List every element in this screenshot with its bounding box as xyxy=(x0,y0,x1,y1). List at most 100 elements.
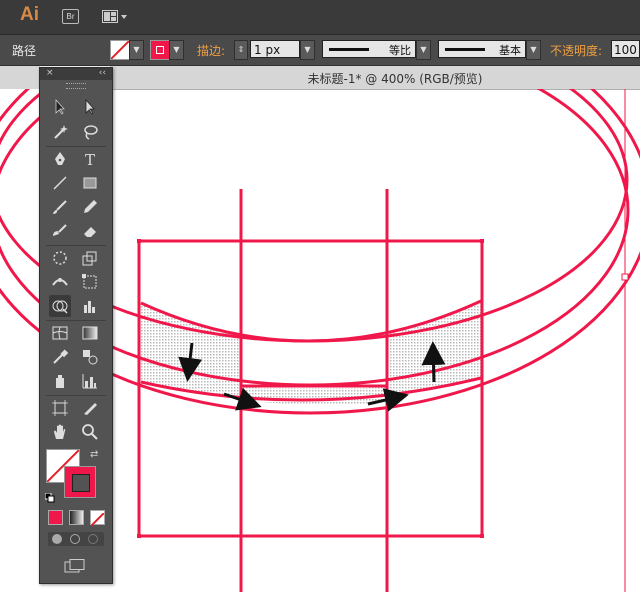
line-segment-tool[interactable] xyxy=(49,172,71,194)
lasso-icon xyxy=(84,125,98,140)
gradient-tool[interactable] xyxy=(79,322,101,344)
pencil-tool[interactable] xyxy=(79,196,101,218)
hand-tool[interactable] xyxy=(49,421,71,443)
spray-can-icon xyxy=(56,375,64,388)
svg-text:T: T xyxy=(85,151,95,168)
rectangle-icon xyxy=(83,177,97,189)
screen-mode-button[interactable] xyxy=(64,558,86,573)
fill-swatch[interactable] xyxy=(110,40,130,60)
app-logo: Ai xyxy=(20,4,39,25)
artboard-tool[interactable] xyxy=(49,397,71,419)
panel-grip[interactable] xyxy=(66,83,86,89)
profile-line-preview xyxy=(329,48,369,51)
symbol-sprayer-tool[interactable] xyxy=(49,370,71,392)
default-colors-glyph xyxy=(44,492,55,503)
none-fill-icon xyxy=(110,40,130,60)
opacity-label[interactable]: 不透明度: xyxy=(550,42,602,59)
blob-brush-tool[interactable] xyxy=(49,220,71,242)
zoom-tool[interactable] xyxy=(79,421,101,443)
magnifier-icon xyxy=(82,424,98,440)
slice-tool[interactable] xyxy=(79,397,101,419)
rectangle-tool[interactable] xyxy=(79,172,101,194)
scale-tool[interactable] xyxy=(79,247,101,269)
selection-tool[interactable] xyxy=(49,96,71,118)
tool-separator xyxy=(46,320,106,321)
paintbrush-tool[interactable] xyxy=(49,196,71,218)
brush-definition[interactable]: 基本 xyxy=(438,40,526,58)
arrange-documents-button[interactable] xyxy=(102,9,128,23)
draw-normal-icon[interactable] xyxy=(52,534,62,544)
eyedropper-icon xyxy=(53,349,69,364)
eyedropper-tool[interactable] xyxy=(49,346,71,368)
stroke-label[interactable]: 描边: xyxy=(197,42,225,59)
screen-mode-icon xyxy=(64,559,85,573)
free-transform-tool[interactable] xyxy=(79,271,101,293)
fill-dropdown[interactable]: ▼ xyxy=(129,40,144,60)
mesh-icon xyxy=(52,326,68,340)
color-mode-button[interactable] xyxy=(48,510,63,525)
artboard-icon xyxy=(52,400,68,416)
stroke-weight-stepper[interactable]: ⇕ xyxy=(234,40,248,60)
stroke-color-swatch[interactable] xyxy=(64,466,96,498)
pencil-icon xyxy=(84,200,97,213)
stroke-weight-field[interactable]: 1 px xyxy=(250,40,300,58)
brush-line-preview xyxy=(445,48,485,51)
mesh-tool[interactable] xyxy=(49,322,71,344)
lasso-tool[interactable] xyxy=(79,121,101,143)
draw-inside-icon[interactable] xyxy=(88,534,98,544)
tool-separator xyxy=(46,395,106,396)
anchor-point[interactable] xyxy=(621,273,629,281)
profile-2-label: 基本 xyxy=(499,44,521,57)
direct-selection-tool[interactable] xyxy=(79,96,101,118)
width-icon xyxy=(52,278,68,286)
knife-icon xyxy=(84,403,97,415)
swap-fill-stroke-icon[interactable]: ⇄ xyxy=(90,449,98,460)
arrow-up xyxy=(421,341,446,383)
graph-tool[interactable] xyxy=(79,295,101,317)
rotate-tool[interactable] xyxy=(49,247,71,269)
stroke-dropdown[interactable]: ▼ xyxy=(169,40,184,60)
stroke-swatch-inner xyxy=(156,46,164,54)
profile-1-dropdown[interactable]: ▼ xyxy=(416,40,431,60)
magic-wand-tool[interactable] xyxy=(49,121,71,143)
stroke-weight-dropdown[interactable]: ▼ xyxy=(300,40,315,60)
selection-type-label: 路径 xyxy=(12,44,37,58)
type-t-icon: T xyxy=(85,151,95,168)
tools-panel-header: × ‹‹ xyxy=(40,68,112,80)
free-transform-icon xyxy=(82,274,97,289)
arrow-pointer-icon xyxy=(55,98,65,115)
document-tab[interactable]: 未标题-1* @ 400% (RGB/预览) xyxy=(110,66,640,90)
profile-2-dropdown[interactable]: ▼ xyxy=(526,40,541,60)
blend-tool[interactable] xyxy=(79,346,101,368)
tools-panel: × ‹‹ T ⇄ xyxy=(39,67,113,584)
collapse-icon[interactable]: ‹‹ xyxy=(99,68,106,78)
opacity-field[interactable]: 100 xyxy=(611,40,640,58)
scale-icon xyxy=(82,251,97,266)
width-tool[interactable] xyxy=(49,271,71,293)
blob-brush-icon xyxy=(53,224,67,236)
gradient-icon xyxy=(82,326,98,340)
shape-builder-tool[interactable] xyxy=(49,295,71,317)
none-mode-button[interactable] xyxy=(90,510,105,527)
gradient-mode-button[interactable] xyxy=(69,510,84,525)
bridge-button[interactable]: Br xyxy=(62,9,79,24)
type-tool[interactable]: T xyxy=(79,148,101,170)
none-slash-icon xyxy=(90,512,105,527)
stroke-swatch[interactable] xyxy=(150,40,170,60)
draw-mode-group xyxy=(48,532,104,546)
app-menubar: Ai Br xyxy=(0,0,640,35)
pen-tool[interactable] xyxy=(49,148,71,170)
rotate-icon xyxy=(53,251,67,265)
variable-width-profile[interactable]: 等比 xyxy=(322,40,416,58)
stroke-swatch-hole xyxy=(72,474,90,492)
doc-tab-left-strip xyxy=(0,66,40,89)
draw-behind-icon[interactable] xyxy=(70,534,80,544)
shape-builder-icon xyxy=(52,300,68,314)
eraser-tool[interactable] xyxy=(79,220,101,242)
default-colors-icon[interactable] xyxy=(44,488,55,503)
profile-1-label: 等比 xyxy=(389,44,411,57)
close-icon[interactable]: × xyxy=(46,68,54,78)
document-title: 未标题-1* @ 400% (RGB/预览) xyxy=(307,72,483,86)
bar-chart-icon xyxy=(82,374,97,389)
column-graph-tool[interactable] xyxy=(79,370,101,392)
